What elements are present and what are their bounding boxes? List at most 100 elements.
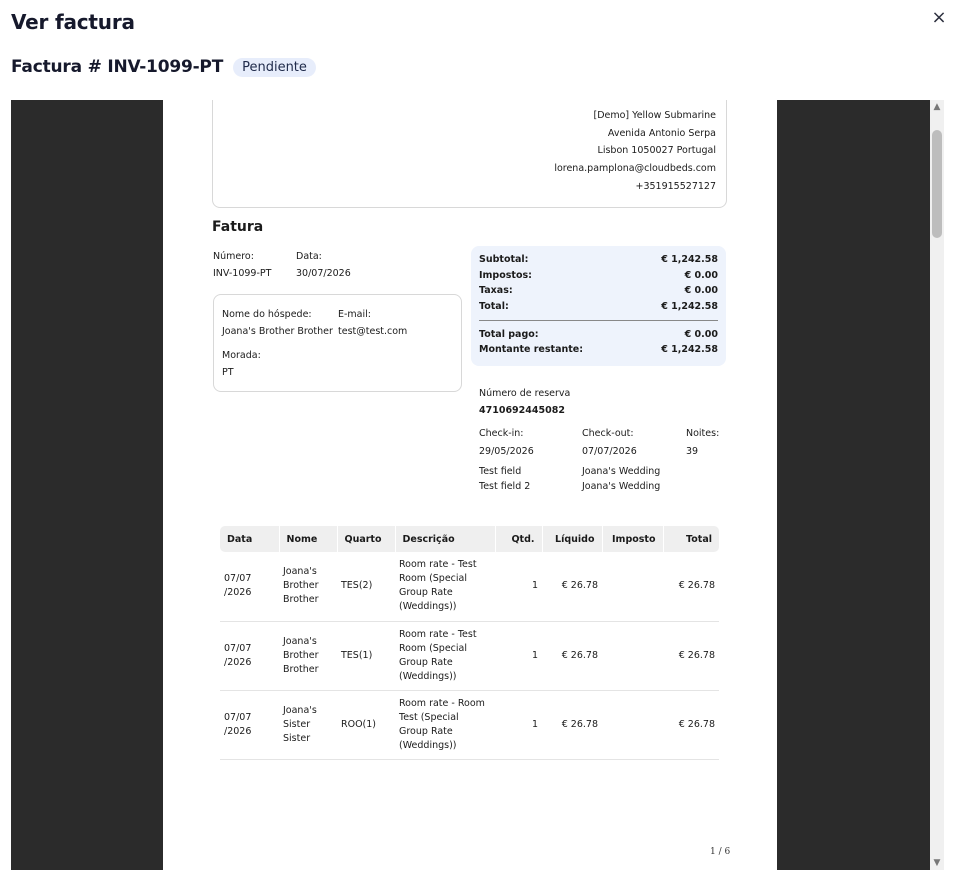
checkin-label: Check-in: <box>479 428 524 439</box>
cell-data: 07/07 /2026 <box>220 621 279 691</box>
taxes-label: Impostos: <box>479 270 532 281</box>
page-indicator: 1 / 6 <box>710 847 731 857</box>
subtotal-label: Subtotal: <box>479 254 529 265</box>
subtotal-row: Subtotal: € 1,242.58 <box>479 254 718 265</box>
checkin-value: 29/05/2026 <box>479 446 534 457</box>
pdf-viewer[interactable]: [Demo] Yellow Submarine Avenida Antonio … <box>11 100 930 870</box>
nights-label: Noites: <box>686 428 720 439</box>
nights-value: 39 <box>686 446 699 457</box>
cell-total: € 26.78 <box>663 621 719 691</box>
totals-box: Subtotal: € 1,242.58 Impostos: € 0.00 Ta… <box>471 246 726 366</box>
guest-name-label: Nome do hóspede: <box>222 309 312 320</box>
subtotal-value: € 1,242.58 <box>661 254 718 265</box>
scroll-thumb[interactable] <box>932 130 942 238</box>
pdf-page: [Demo] Yellow Submarine Avenida Antonio … <box>163 100 777 870</box>
document-title: Fatura <box>212 219 264 235</box>
col-header-total: Total <box>663 526 719 552</box>
custom-field-1-value: Joana's Wedding <box>582 466 661 477</box>
cell-quarto: ROO(1) <box>337 690 395 760</box>
col-header-data: Data <box>220 526 280 552</box>
reservation-number-label: Número de reserva <box>479 388 571 399</box>
remaining-value: € 1,242.58 <box>661 344 718 355</box>
guest-name-value: Joana's Brother Brother <box>222 326 333 337</box>
cell-imposto <box>602 690 663 760</box>
cell-data: 07/07 /2026 <box>220 552 279 622</box>
invoice-modal: Ver factura × Factura # INV-1099-PT Pend… <box>0 0 954 888</box>
paid-value: € 0.00 <box>684 329 718 340</box>
col-header-imposto: Imposto <box>602 526 664 552</box>
totals-divider <box>479 320 718 321</box>
col-header-liquido: Líquido <box>542 526 603 552</box>
col-header-descricao: Descrição <box>395 526 496 552</box>
taxes-value: € 0.00 <box>684 270 718 281</box>
guest-address-value: PT <box>222 367 234 378</box>
guest-email-label: E-mail: <box>338 309 371 320</box>
cell-total: € 26.78 <box>663 552 719 622</box>
scroll-down-icon[interactable]: ▼ <box>930 856 944 870</box>
hotel-phone: +351915527127 <box>635 181 717 192</box>
fees-row: Taxas: € 0.00 <box>479 285 718 296</box>
table-row: 07/07 /2026 Joana's Sister Sister ROO(1) Ro… <box>220 690 719 760</box>
cell-quarto: TES(2) <box>337 552 395 622</box>
taxes-row: Impostos: € 0.00 <box>479 270 718 281</box>
fees-label: Taxas: <box>479 285 513 296</box>
checkout-value: 07/07/2026 <box>582 446 637 457</box>
table-header-row: Data Nome Quarto Descrição Qtd. Líquido … <box>220 526 719 552</box>
col-header-quarto: Quarto <box>337 526 396 552</box>
modal-title: Ver factura <box>11 10 135 34</box>
fees-value: € 0.00 <box>684 285 718 296</box>
cell-imposto <box>602 621 663 691</box>
col-header-nome: Nome <box>279 526 338 552</box>
invoice-header: Factura # INV-1099-PT Pendiente <box>11 57 316 77</box>
remaining-label: Montante restante: <box>479 344 584 355</box>
cell-descricao: Room rate - Test Room (Special Group Rat… <box>395 621 495 691</box>
paid-label: Total pago: <box>479 329 539 340</box>
hotel-email: lorena.pamplona@cloudbeds.com <box>554 163 716 174</box>
custom-field-2-label: Test field 2 <box>479 481 531 492</box>
custom-field-2-value: Joana's Wedding <box>582 481 661 492</box>
close-icon[interactable]: × <box>928 7 950 29</box>
items-table: Data Nome Quarto Descrição Qtd. Líquido … <box>220 526 719 760</box>
hotel-address-2: Lisbon 1050027 Portugal <box>597 145 716 156</box>
scroll-up-icon[interactable]: ▲ <box>930 100 944 114</box>
hotel-address-1: Avenida Antonio Serpa <box>607 128 716 139</box>
cell-nome: Joana's Brother Brother <box>279 621 337 691</box>
table-row: 07/07 /2026 Joana's Brother Brother TES(1)… <box>220 621 719 691</box>
status-badge: Pendiente <box>233 57 316 77</box>
table-row: 07/07 /2026 Joana's Brother Brother TES(2)… <box>220 552 719 622</box>
invoice-number-label: Número: <box>213 251 254 262</box>
viewer-scrollbar[interactable]: ▲ ▼ <box>930 100 944 870</box>
guest-address-label: Morada: <box>222 350 261 361</box>
invoice-date-value: 30/07/2026 <box>296 268 351 279</box>
cell-total: € 26.78 <box>663 690 719 760</box>
cell-qtd: 1 <box>495 690 542 760</box>
cell-descricao: Room rate - Test Room (Special Group Rat… <box>395 552 495 622</box>
custom-field-1-label: Test field <box>479 466 522 477</box>
invoice-title: Factura # INV-1099-PT <box>11 57 224 77</box>
cell-qtd: 1 <box>495 621 542 691</box>
checkout-label: Check-out: <box>582 428 634 439</box>
cell-quarto: TES(1) <box>337 621 395 691</box>
col-header-qtd: Qtd. <box>495 526 543 552</box>
remaining-row: Montante restante: € 1,242.58 <box>479 344 718 355</box>
paid-row: Total pago: € 0.00 <box>479 329 718 340</box>
cell-descricao: Room rate - Room Test (Special Group Rat… <box>395 690 495 760</box>
cell-data: 07/07 /2026 <box>220 690 279 760</box>
hotel-name: [Demo] Yellow Submarine <box>593 110 717 121</box>
cell-imposto <box>602 552 663 622</box>
cell-qtd: 1 <box>495 552 542 622</box>
invoice-number-value: INV-1099-PT <box>213 268 272 279</box>
items-table-body: 07/07 /2026 Joana's Brother Brother TES(2)… <box>220 552 719 760</box>
reservation-number-value: 4710692445082 <box>479 405 565 416</box>
cell-nome: Joana's Brother Brother <box>279 552 337 622</box>
total-row: Total: € 1,242.58 <box>479 301 718 312</box>
cell-liquido: € 26.78 <box>542 621 602 691</box>
hotel-info-box: [Demo] Yellow Submarine Avenida Antonio … <box>212 100 727 208</box>
invoice-date-label: Data: <box>296 251 322 262</box>
guest-info-box: Nome do hóspede: Joana's Brother Brother… <box>213 294 462 392</box>
total-value: € 1,242.58 <box>661 301 718 312</box>
cell-liquido: € 26.78 <box>542 690 602 760</box>
total-label: Total: <box>479 301 509 312</box>
guest-email-value: test@test.com <box>338 326 408 337</box>
cell-liquido: € 26.78 <box>542 552 602 622</box>
